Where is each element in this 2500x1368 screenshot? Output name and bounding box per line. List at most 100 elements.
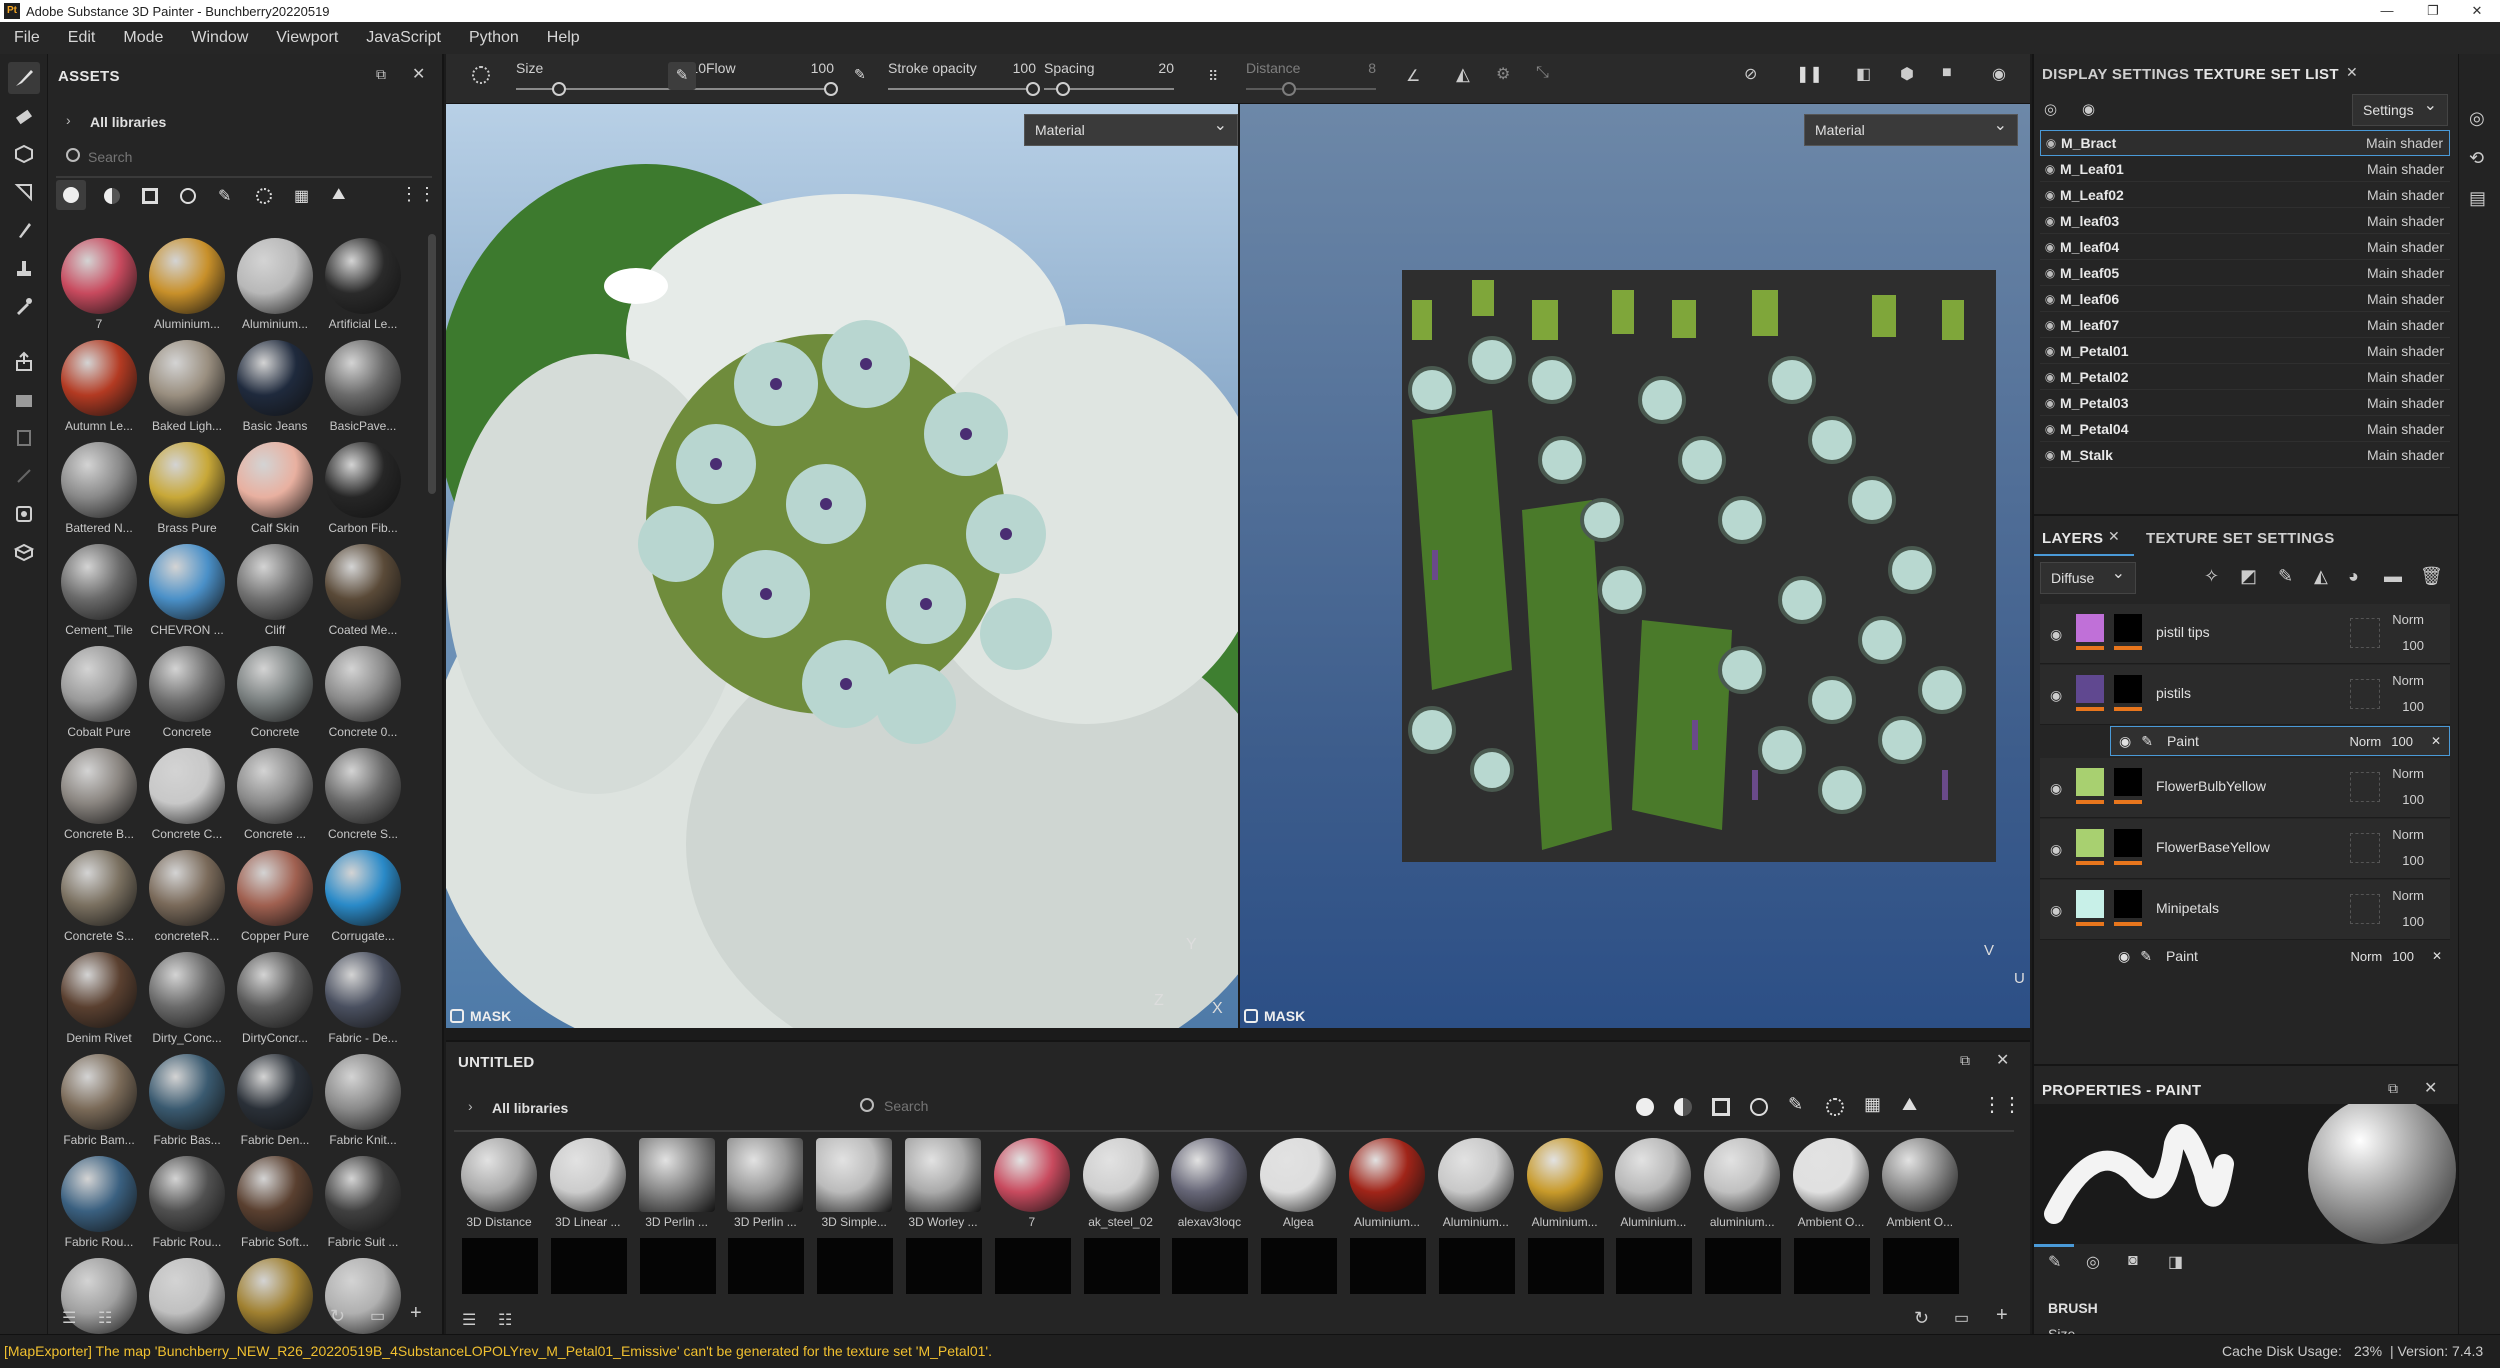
asset-item[interactable]: Calf Skin (232, 438, 318, 538)
link-icon[interactable] (8, 460, 40, 492)
eye-toggle-icon[interactable]: ◉ (2082, 100, 2095, 118)
shelf-alpha-thumbnail[interactable] (1794, 1238, 1870, 1294)
eye-icon[interactable]: ◉ (2040, 292, 2060, 306)
delete-layer-icon[interactable]: 🗑 (2420, 566, 2443, 587)
shelf-item[interactable]: aluminium... (1699, 1138, 1785, 1234)
alignment-icon[interactable] (472, 66, 490, 84)
texture-set-row[interactable]: ◉ M_leaf07 Main shader (2040, 312, 2450, 338)
shader-name[interactable]: Main shader (2367, 343, 2450, 359)
stroke-opacity-track[interactable] (888, 88, 1036, 90)
clone-stamp-icon[interactable] (8, 252, 40, 284)
viewport-3d[interactable]: Material Y X Z MASK (446, 104, 1238, 1028)
shelf-alpha-thumbnail[interactable] (1527, 1238, 1604, 1294)
hide-icon[interactable]: ⊘ (1744, 64, 1757, 84)
asset-item[interactable]: Fabric Bam... (56, 1050, 142, 1150)
tab-texture-set-list[interactable]: TEXTURE SET LIST (2194, 66, 2339, 83)
list-view-icon[interactable]: ☰ (462, 1310, 476, 1330)
filter-generators-icon[interactable] (180, 188, 196, 204)
layer-opacity[interactable]: 100 (2402, 699, 2424, 714)
chevron-right-icon[interactable]: › (468, 1098, 473, 1114)
lazy-mouse-icon[interactable]: ⠿ (1208, 68, 1218, 85)
texture-set-row[interactable]: ◉ M_Petal01 Main shader (2040, 338, 2450, 364)
menu-viewport[interactable]: Viewport (276, 29, 338, 47)
sub-layer-opacity[interactable]: 100 (2391, 734, 2413, 749)
shelf-alpha-thumbnail[interactable] (1438, 1238, 1515, 1294)
shader-name[interactable]: Main shader (2367, 187, 2450, 203)
stroke-opacity-value[interactable]: 100 (1013, 60, 1036, 76)
shelf-alpha-thumbnail[interactable] (906, 1238, 982, 1294)
pause-icon[interactable]: ❚❚ (1796, 64, 1823, 84)
texture-set-row[interactable]: ◉ M_leaf05 Main shader (2040, 260, 2450, 286)
polygon-fill-icon[interactable] (8, 176, 40, 208)
shelf-item[interactable]: alexav3loqc (1166, 1138, 1252, 1234)
filter-masks-icon[interactable] (1712, 1098, 1730, 1116)
mask-toggle-2d[interactable]: MASK (1244, 1008, 1305, 1024)
shader-name[interactable]: Main shader (2367, 265, 2450, 281)
shader-settings-icon[interactable]: ◎ (2469, 108, 2485, 129)
stencil-tab-icon[interactable]: ◙ (2128, 1252, 2138, 1270)
texture-set-settings-dropdown[interactable]: Settings (2352, 91, 2448, 126)
asset-item[interactable]: Fabric Den... (232, 1050, 318, 1150)
menu-python[interactable]: Python (469, 29, 519, 47)
shelf-alpha-thumbnail[interactable] (1616, 1238, 1693, 1294)
layer-name[interactable]: FlowerBulbYellow (2156, 778, 2266, 794)
asset-item[interactable]: DirtyConcr... (232, 948, 318, 1048)
texture-set-row[interactable]: ◉ M_Petal03 Main shader (2040, 390, 2450, 416)
add-smart-material-icon[interactable]: ◕ (2348, 566, 2359, 587)
history-icon[interactable]: ⟲ (2469, 148, 2484, 169)
spacing-knob[interactable] (1056, 82, 1070, 96)
asset-item[interactable]: BasicPave... (320, 336, 406, 436)
bake-icon[interactable] (8, 384, 40, 416)
asset-item[interactable]: Concrete B... (56, 744, 142, 844)
shelf-alpha-thumbnail[interactable] (462, 1238, 538, 1294)
filter-generators-icon[interactable] (1750, 1098, 1768, 1116)
menu-help[interactable]: Help (547, 29, 580, 47)
filter-smart-materials-icon[interactable] (104, 188, 120, 204)
sub-layer-blend[interactable]: Norm (2350, 949, 2382, 964)
asset-item[interactable]: Aluminium... (144, 234, 230, 334)
add-mask-icon[interactable]: ◩ (2240, 566, 2257, 587)
assets-list-view-icon[interactable]: ☰ (62, 1308, 76, 1328)
asset-item[interactable]: Concrete 0... (320, 642, 406, 742)
shelf-search-input[interactable] (884, 1092, 1284, 1120)
shelf-item[interactable]: Aluminium... (1522, 1138, 1608, 1234)
shelf-item[interactable]: Aluminium... (1433, 1138, 1519, 1234)
asset-item[interactable]: Fabric Suit ... (320, 1152, 406, 1252)
tab-display-settings[interactable]: DISPLAY SETTINGS (2042, 66, 2189, 83)
sub-layer-row[interactable]: ◉ ✎ Paint Norm 100 ✕ (2110, 941, 2450, 971)
menu-javascript[interactable]: JavaScript (366, 29, 441, 47)
asset-item[interactable]: Concrete (232, 642, 318, 742)
texture-set-row[interactable]: ◉ M_leaf06 Main shader (2040, 286, 2450, 312)
layer-material-slot[interactable] (2350, 618, 2380, 648)
asset-item[interactable]: Basic Jeans (232, 336, 318, 436)
filter-environments-icon[interactable]: ⛰ (1902, 1094, 1917, 1115)
color-picker-icon[interactable] (8, 290, 40, 322)
asset-item[interactable]: Concrete S... (320, 744, 406, 844)
refresh-icon[interactable]: ↻ (1914, 1308, 1929, 1329)
layer-name[interactable]: FlowerBaseYellow (2156, 839, 2270, 855)
eye-icon[interactable]: ◉ (2040, 188, 2060, 202)
texture-set-row[interactable]: ◉ M_Leaf02 Main shader (2040, 182, 2450, 208)
viewport-2d[interactable]: Material V U MASK (1240, 104, 2030, 1028)
eye-icon[interactable]: ◉ (2050, 902, 2062, 919)
shader-name[interactable]: Main shader (2367, 421, 2450, 437)
shelf-all-libraries[interactable]: All libraries (492, 1100, 568, 1116)
texture-set-row[interactable]: ◉ M_Stalk Main shader (2040, 442, 2450, 468)
asset-item[interactable]: Cobalt Pure (56, 642, 142, 742)
transform-icon[interactable]: ⤡ (1536, 64, 1549, 82)
eye-icon[interactable]: ◉ (2119, 733, 2131, 750)
assets-scrollbar[interactable] (428, 234, 436, 494)
asset-item[interactable]: Concrete (144, 642, 230, 742)
shader-name[interactable]: Main shader (2367, 317, 2450, 333)
menu-edit[interactable]: Edit (68, 29, 96, 47)
texture-set-row[interactable]: ◉ M_Leaf01 Main shader (2040, 156, 2450, 182)
close-layers-icon[interactable]: ✕ (2108, 528, 2120, 545)
close-shelf-icon[interactable]: ✕ (1996, 1050, 2009, 1070)
layer-opacity[interactable]: 100 (2402, 853, 2424, 868)
texture-set-row[interactable]: ◉ M_leaf03 Main shader (2040, 208, 2450, 234)
asset-item[interactable]: Fabric Bas... (144, 1050, 230, 1150)
undock-icon[interactable]: ⧉ (1960, 1052, 1970, 1069)
layer-opacity[interactable]: 100 (2402, 638, 2424, 653)
layer-row[interactable]: ◉ FlowerBaseYellow Norm 100 (2040, 819, 2450, 879)
minimize-icon[interactable]: — (2364, 0, 2410, 22)
